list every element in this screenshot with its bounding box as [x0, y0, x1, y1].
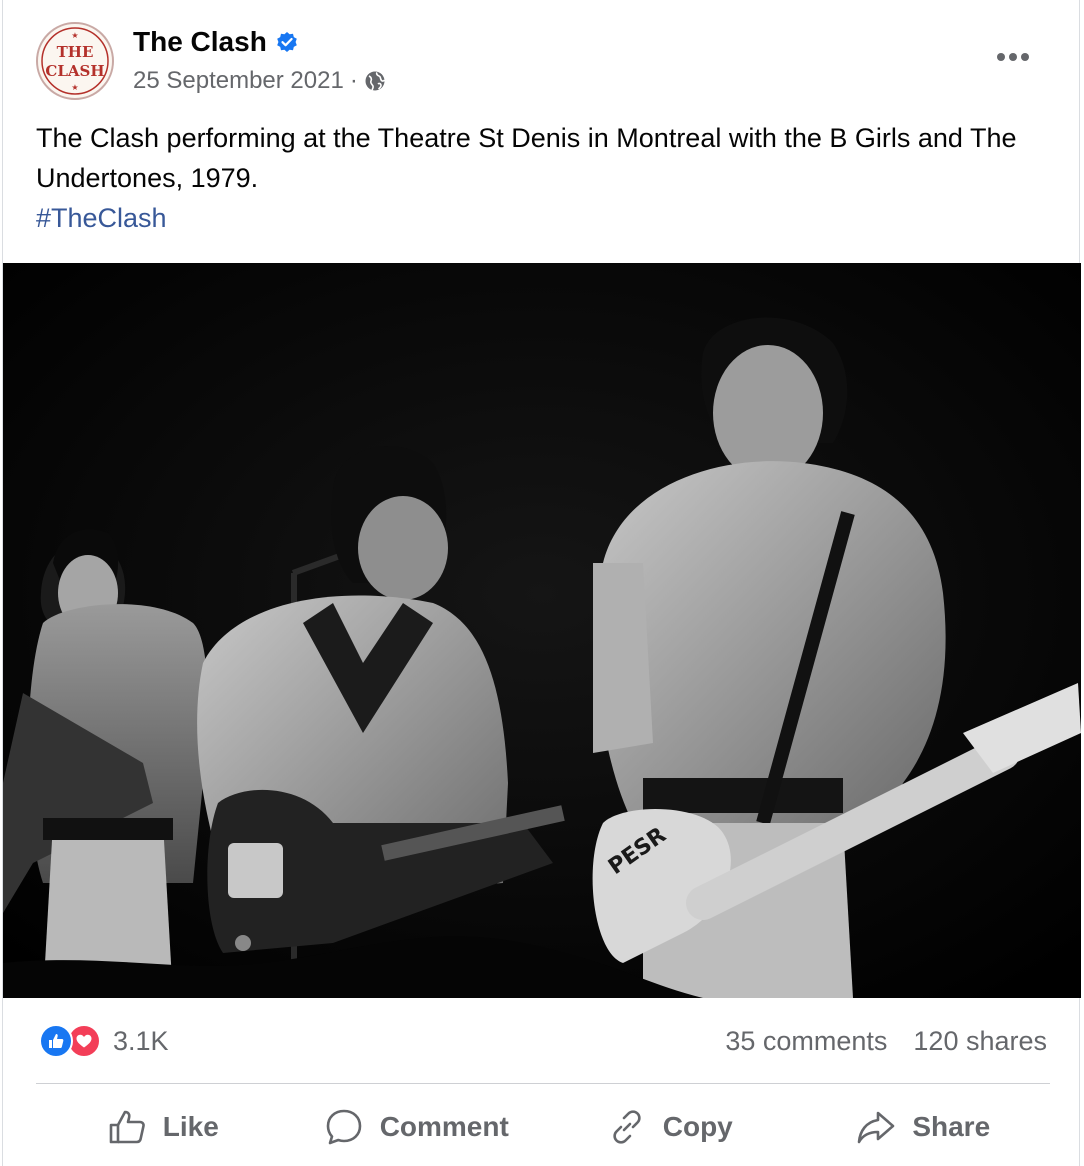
comments-count[interactable]: 35 comments	[725, 1026, 887, 1057]
more-dots-icon	[997, 53, 1005, 61]
comment-label: Comment	[379, 1111, 509, 1142]
svg-text:★: ★	[71, 83, 78, 92]
page-name-row: The Clash	[133, 26, 298, 58]
post-caption: The Clash performing at the Theatre St D…	[36, 118, 1046, 238]
post-stats: 3.1K 35 comments 120 shares	[3, 1018, 1079, 1068]
verified-badge-icon	[277, 32, 297, 52]
engagement-counts: 35 comments 120 shares	[725, 1026, 1047, 1057]
post-photo[interactable]: PESR	[3, 263, 1081, 998]
page-avatar[interactable]: ★ THE CLASH ★	[36, 22, 114, 100]
post-date[interactable]: 25 September 2021	[133, 67, 344, 95]
thumbs-up-icon	[39, 1024, 73, 1058]
meta-separator: ·	[349, 67, 358, 94]
post-card: ★ THE CLASH ★ The Clash 25 September 202…	[2, 0, 1081, 1166]
hashtag-link[interactable]: #TheClash	[36, 198, 1046, 238]
thumbs-up-icon	[109, 1110, 145, 1144]
share-arrow-icon	[858, 1111, 895, 1144]
shares-count[interactable]: 120 shares	[913, 1026, 1047, 1057]
band-photo-image: PESR	[3, 263, 1081, 998]
svg-text:★: ★	[71, 31, 78, 40]
page-name[interactable]: The Clash	[133, 26, 267, 58]
reaction-count: 3.1K	[113, 1025, 169, 1056]
share-button[interactable]: Share	[797, 1096, 1051, 1158]
more-dot	[1021, 53, 1029, 61]
copy-label: Copy	[662, 1111, 733, 1142]
svg-text:CLASH: CLASH	[45, 62, 104, 80]
more-options-button[interactable]	[991, 46, 1035, 68]
like-button[interactable]: Like	[36, 1096, 290, 1158]
speech-bubble-icon	[326, 1109, 361, 1145]
post-header: ★ THE CLASH ★ The Clash 25 September 202…	[3, 0, 1079, 110]
post-actions: Like Comment Copy Share	[36, 1096, 1050, 1158]
post-meta: 25 September 2021 ·	[133, 67, 386, 95]
comment-button[interactable]: Comment	[290, 1096, 544, 1158]
more-dot	[1009, 53, 1017, 61]
link-icon	[613, 1110, 641, 1144]
reactions-summary[interactable]: 3.1K	[39, 1024, 169, 1058]
clash-logo: ★ THE CLASH ★	[41, 27, 109, 95]
caption-text: The Clash performing at the Theatre St D…	[36, 123, 1017, 193]
globe-icon	[365, 71, 386, 91]
copy-link-button[interactable]: Copy	[543, 1096, 797, 1158]
like-label: Like	[162, 1111, 219, 1142]
share-label: Share	[912, 1111, 991, 1142]
actions-divider	[36, 1083, 1050, 1084]
svg-text:THE: THE	[57, 43, 94, 61]
